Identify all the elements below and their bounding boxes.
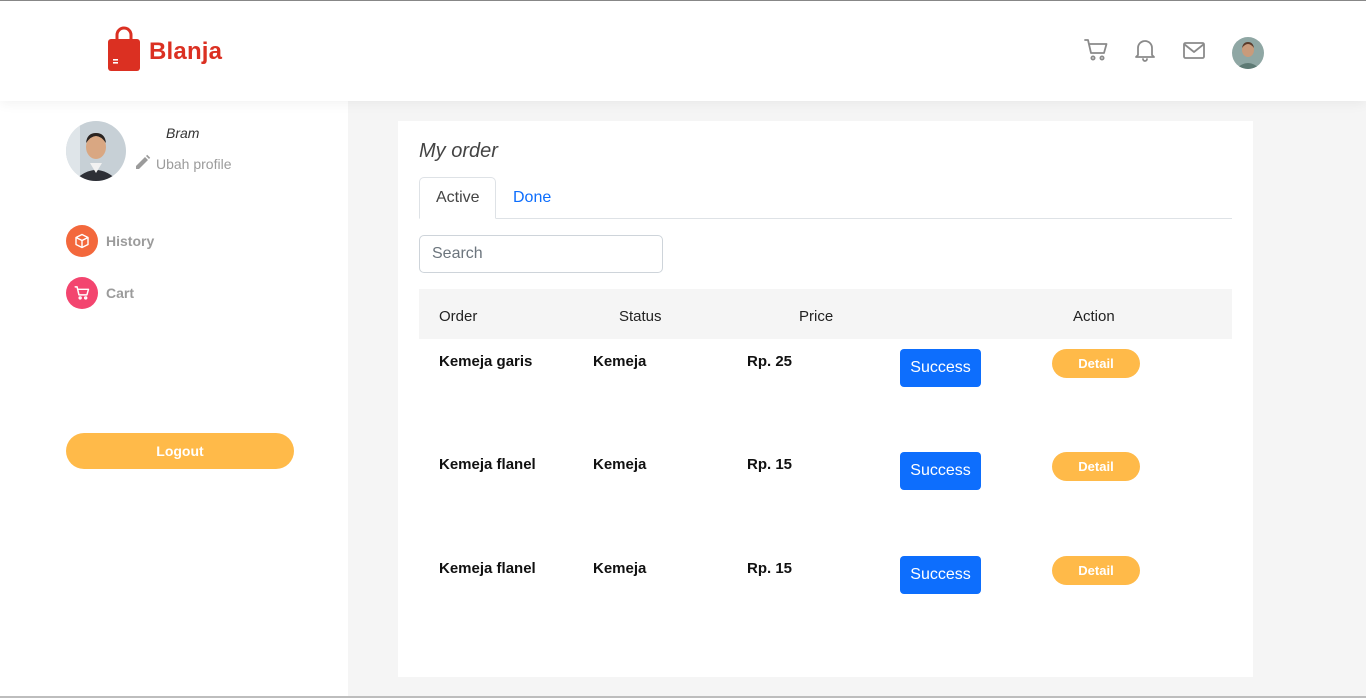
detail-button[interactable]: Detail [1052, 349, 1140, 378]
cart-icon[interactable] [1083, 37, 1109, 63]
table-header: Order Status Price Action [419, 289, 1232, 339]
search-input[interactable] [419, 235, 663, 273]
column-action: Action [1073, 308, 1115, 325]
order-status: Kemeja [593, 456, 647, 473]
success-button[interactable]: Success [900, 349, 981, 387]
detail-button[interactable]: Detail [1052, 556, 1140, 585]
order-name: Kemeja flanel [439, 456, 536, 473]
column-price: Price [799, 308, 834, 325]
table-row: Kemeja flanel Kemeja Rp. 15 Success Deta… [419, 548, 1232, 608]
order-name: Kemeja flanel [439, 560, 536, 577]
success-button[interactable]: Success [900, 556, 981, 594]
table-row: Kemeja flanel Kemeja Rp. 15 Success Deta… [419, 444, 1232, 504]
order-price: Rp. 15 [747, 456, 793, 473]
order-price: Rp. 15 [747, 560, 793, 577]
profile-photo [66, 121, 126, 181]
column-order: Order [439, 308, 478, 325]
tab-done[interactable]: Done [497, 177, 567, 219]
sidebar-item-label: Cart [106, 285, 135, 301]
order-price: Rp. 25 [747, 353, 793, 370]
mail-icon[interactable] [1181, 37, 1207, 63]
column-status: Status [619, 308, 662, 325]
username: Bram [166, 125, 200, 141]
bell-icon[interactable] [1132, 37, 1158, 63]
edit-profile-label: Ubah profile [156, 156, 232, 172]
page-title: My order [419, 140, 498, 162]
sidebar-item-history[interactable]: History [66, 225, 154, 257]
cart-icon [66, 277, 98, 309]
order-panel: My order Active Done Order Status Price … [398, 121, 1253, 677]
sidebar: Bram Ubah profile History Cart Logout [0, 101, 348, 696]
detail-button[interactable]: Detail [1052, 452, 1140, 481]
edit-profile-link[interactable]: Ubah profile [134, 154, 232, 174]
tab-active[interactable]: Active [419, 177, 496, 219]
avatar[interactable] [1232, 37, 1264, 69]
box-icon [66, 225, 98, 257]
shopping-bag-icon [107, 26, 141, 77]
header: Blanja [0, 1, 1366, 101]
order-status: Kemeja [593, 353, 647, 370]
order-name: Kemeja garis [439, 353, 533, 370]
sidebar-item-label: History [106, 233, 155, 249]
success-button[interactable]: Success [900, 452, 981, 490]
sidebar-item-cart[interactable]: Cart [66, 277, 134, 309]
table-row: Kemeja garis Kemeja Rp. 25 Success Detai… [419, 341, 1232, 401]
brand-logo[interactable]: Blanja [107, 26, 222, 77]
brand-name: Blanja [149, 37, 223, 65]
order-status: Kemeja [593, 560, 647, 577]
logout-button[interactable]: Logout [66, 433, 294, 469]
order-tabs: Active Done [419, 177, 1232, 219]
pencil-icon [134, 154, 151, 174]
